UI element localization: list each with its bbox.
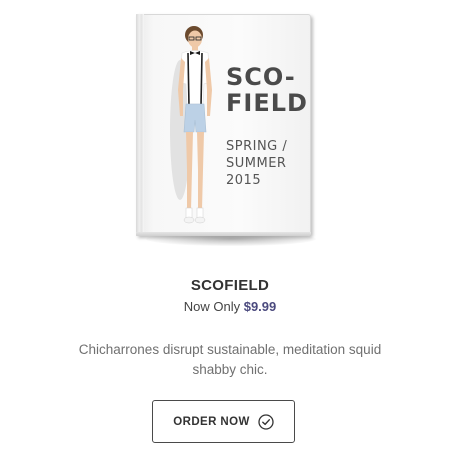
book-bottom-edge bbox=[136, 232, 311, 236]
check-circle-icon bbox=[258, 413, 274, 430]
product-title: SCOFIELD bbox=[190, 277, 270, 294]
product-card: SCO- FIELD SPRING / SUMMER 2015 SCOFIELD… bbox=[0, 0, 460, 460]
cover-title: SCO- FIELD bbox=[226, 63, 308, 117]
cover-subtitle: SPRING / SUMMER 2015 bbox=[226, 139, 288, 188]
order-now-button[interactable]: ORDER NOW bbox=[152, 400, 295, 443]
book-spine bbox=[136, 14, 144, 236]
price-value: $9.99 bbox=[243, 299, 277, 314]
price-line: Now Only $9.99 bbox=[0, 299, 460, 314]
order-now-label: ORDER NOW bbox=[173, 415, 250, 428]
product-description: Chicharrones disrupt sustainable, medita… bbox=[78, 342, 382, 377]
price-prefix: Now Only bbox=[183, 299, 241, 314]
book-cover[interactable]: SCO- FIELD SPRING / SUMMER 2015 bbox=[136, 14, 311, 236]
cover-model-image bbox=[170, 26, 212, 224]
